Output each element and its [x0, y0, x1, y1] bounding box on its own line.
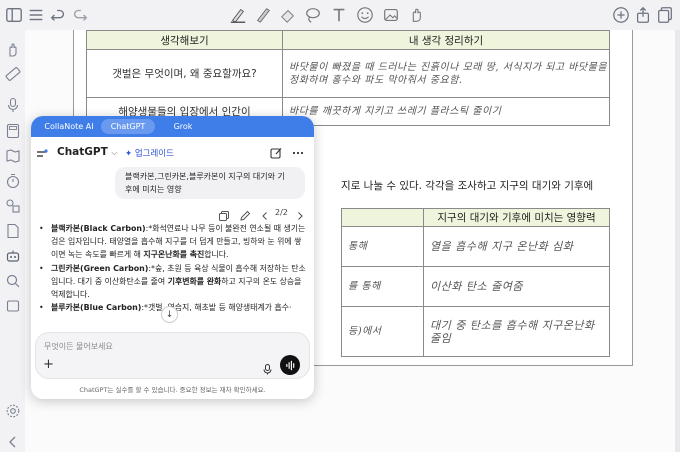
share-icon[interactable] — [633, 5, 653, 25]
ai-tab-bar: CollaNote AI ChatGPT Grok — [31, 116, 314, 137]
shapes-icon[interactable] — [3, 196, 22, 215]
reflection-table: 생각해보기 내 생각 정리하기 갯벌은 무엇이며, 왜 중요할까요? 바닷물이 … — [86, 30, 610, 126]
carbon-table: 지구의 대기와 기후에 미치는 영향력 통해 열을 흡수해 지구 온난화 심화 … — [341, 208, 610, 357]
chat-input-box[interactable]: 무엇이든 물어보세요 + — [35, 332, 310, 379]
table-cell-question: 갯벌은 무엇이며, 왜 중요할까요? — [86, 49, 283, 98]
tab-chatgpt[interactable]: ChatGPT — [101, 119, 155, 134]
previous-response-icon[interactable] — [259, 207, 271, 220]
next-response-icon[interactable] — [294, 207, 306, 220]
text-icon[interactable] — [329, 5, 349, 25]
more-options-icon[interactable] — [291, 145, 305, 159]
handwritten-cell[interactable]: 통해 — [341, 226, 424, 267]
storage-icon[interactable] — [3, 296, 22, 315]
handwritten-answer[interactable]: 이산화 탄소 줄여줌 — [423, 266, 610, 307]
upgrade-button[interactable]: ✦ 업그레이드 — [125, 147, 174, 159]
table-header-blank — [341, 208, 424, 227]
hand-tool-icon[interactable] — [3, 40, 22, 59]
ruler-icon[interactable] — [3, 64, 22, 83]
hand-icon[interactable] — [406, 5, 426, 25]
list-item: 그린카본(Green Carbon):*숲, 초원 등 육상 식물이 흡수해 저… — [37, 262, 307, 302]
redo-icon[interactable] — [70, 5, 90, 25]
eraser-icon[interactable] — [278, 5, 298, 25]
edit-icon[interactable] — [239, 207, 251, 221]
carbon-term: 블루카본(Blue Carbon) — [51, 303, 142, 313]
ai-robot-icon[interactable] — [3, 246, 22, 265]
sparkle-icon: ✦ — [125, 149, 133, 159]
arrow-down-icon: ↓ — [165, 309, 174, 320]
chat-header: ChatGPT ⌵ ✦ 업그레이드 — [31, 137, 314, 167]
handwritten-answer[interactable]: 대기 중 탄소를 흡수해 지구온난화 줄임 — [423, 306, 610, 357]
pencil-icon[interactable] — [253, 5, 273, 25]
left-sidebar — [0, 30, 25, 452]
chevron-down-icon: ⌵ — [111, 148, 118, 157]
search-icon[interactable] — [3, 271, 22, 290]
model-label: ChatGPT — [57, 146, 108, 158]
carbon-term: 블랙카본(Black Carbon) — [51, 224, 146, 233]
table-header: 지구의 대기와 기후에 미치는 영향력 — [423, 208, 610, 227]
sidebar-toggle-icon[interactable] — [4, 5, 24, 25]
response-text: 합니다. — [204, 250, 229, 260]
handwritten-answer[interactable]: 바다를 깨끗하게 지키고 쓰레기 플라스틱 줄이기 — [282, 97, 610, 126]
voice-mode-button[interactable] — [280, 355, 300, 375]
microphone-icon[interactable] — [262, 360, 273, 375]
map-icon[interactable] — [3, 146, 22, 165]
undo-icon[interactable] — [48, 5, 68, 25]
response-emphasis: 지구온난화를 촉진 — [143, 250, 205, 260]
upgrade-label: 업그레이드 — [134, 149, 174, 159]
table-header: 생각해보기 — [86, 30, 283, 50]
image-icon[interactable] — [381, 5, 401, 25]
handwritten-cell[interactable]: 를 통해 — [341, 266, 424, 307]
user-message-text: 블랙카본,그린카본,블루카본이 지구의 대기와 기 — [125, 172, 285, 181]
new-chat-icon[interactable] — [269, 145, 283, 159]
table-header: 내 생각 정리하기 — [282, 30, 610, 50]
sticker-icon[interactable] — [355, 5, 375, 25]
message-input[interactable]: 무엇이든 물어보세요 — [44, 341, 113, 352]
attach-plus-icon[interactable]: + — [43, 358, 54, 372]
settings-icon[interactable] — [3, 401, 22, 420]
user-message: 블랙카본,그린카본,블루카본이 지구의 대기와 기 후에 미치는 영향 — [115, 167, 305, 199]
ai-chat-panel: CollaNote AI ChatGPT Grok ChatGPT ⌵ ✦ 업그… — [31, 116, 314, 399]
handwritten-answer[interactable]: 바닷물이 빠졌을 때 드러나는 진흙이나 모래 땅, 서식지가 되고 바닷물을 … — [282, 49, 610, 98]
pen-icon[interactable] — [228, 5, 248, 25]
handwritten-cell[interactable]: 등)에서 — [341, 306, 424, 357]
collapse-icon[interactable] — [3, 432, 22, 451]
calculator-icon[interactable] — [3, 121, 22, 140]
document-text: 지로 나눌 수 있다. 각각을 조사하고 지구의 대기와 기후에 — [341, 180, 594, 192]
message-tools: 2/2 — [31, 206, 314, 221]
response-emphasis: 기후변화를 완화 — [167, 276, 222, 286]
response-pager: 2/2 — [275, 208, 288, 217]
tab-collanote-ai[interactable]: CollaNote AI — [39, 119, 99, 134]
top-toolbar — [0, 0, 680, 30]
handwritten-answer[interactable]: 열을 흡수해 지구 온난화 심화 — [423, 226, 610, 267]
list-item: 블랙카본(Black Carbon):*화석연료나 나무 등이 불완전 연소될 … — [37, 222, 307, 262]
scroll-down-button[interactable]: ↓ — [161, 306, 178, 323]
carbon-term: 그린카본(Green Carbon) — [51, 263, 149, 273]
disclaimer-text: ChatGPT는 실수를 할 수 있습니다. 중요한 정보는 재차 확인하세요. — [79, 386, 266, 394]
document-icon[interactable] — [3, 221, 22, 240]
user-message-text: 후에 미치는 영향 — [125, 185, 182, 194]
model-selector[interactable]: ChatGPT ⌵ — [57, 146, 118, 158]
timer-icon[interactable] — [3, 171, 22, 190]
chatgpt-sidebar-icon[interactable] — [36, 146, 48, 158]
waveform-icon — [285, 360, 294, 370]
microphone-icon[interactable] — [3, 95, 22, 114]
add-page-icon[interactable] — [611, 5, 631, 25]
lasso-icon[interactable] — [303, 5, 323, 25]
list-icon[interactable] — [26, 5, 46, 25]
tab-grok[interactable]: Grok — [161, 119, 205, 134]
duplicate-icon[interactable] — [655, 5, 675, 25]
copy-icon[interactable] — [218, 207, 230, 221]
